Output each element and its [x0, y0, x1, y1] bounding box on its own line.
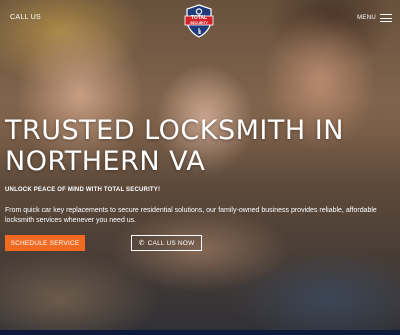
call-us-now-label: CALL US NOW [147, 239, 195, 247]
headline-line-1: TRUSTED LOCKSMITH IN [5, 115, 344, 146]
logo-text-security: SECURITY [190, 21, 208, 25]
menu-button[interactable]: MENU [357, 14, 392, 22]
schedule-service-label: SCHEDULE SERVICE [10, 239, 80, 247]
phone-icon: ✆ [138, 239, 145, 247]
footer-strip [0, 330, 400, 335]
hamburger-icon [380, 14, 392, 22]
call-us-now-button[interactable]: ✆ CALL US NOW [131, 235, 202, 251]
schedule-service-button[interactable]: SCHEDULE SERVICE [5, 235, 85, 251]
top-navigation-bar: CALL US TOTAL SECURITY MENU [0, 0, 400, 40]
total-security-logo[interactable]: TOTAL SECURITY [182, 4, 216, 38]
hero-headline: TRUSTED LOCKSMITH IN NORTHERN VA [5, 115, 365, 177]
hero-subheadline: UNLOCK PEACE OF MIND WITH TOTAL SECURITY… [5, 187, 161, 193]
hero-description: From quick car key replacements to secur… [5, 207, 377, 224]
menu-label: MENU [357, 15, 376, 21]
call-us-link[interactable]: CALL US [10, 14, 41, 21]
headline-line-2: NORTHERN VA [5, 146, 206, 177]
logo-wordmark: TOTAL SECURITY [182, 16, 216, 26]
